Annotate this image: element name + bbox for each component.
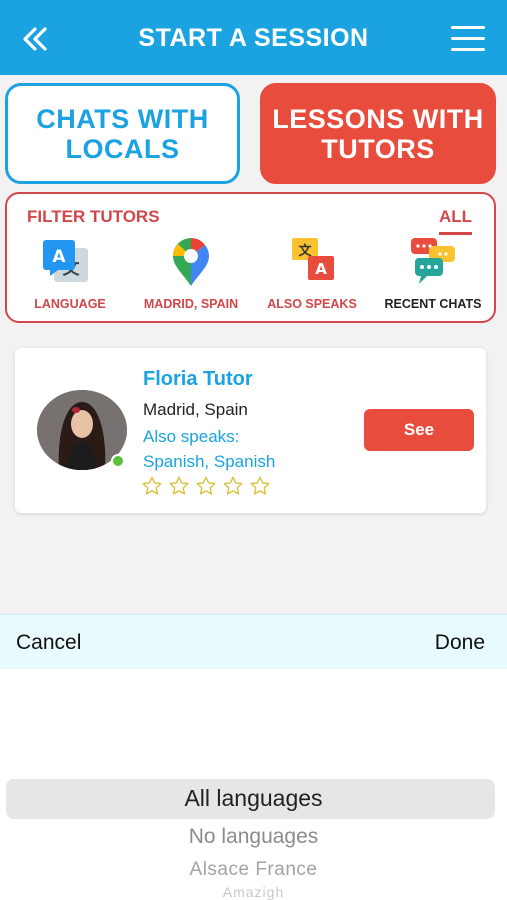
star-icon [169,476,189,495]
done-button[interactable]: Done [435,631,485,655]
tutor-languages: Spanish, Spanish [143,452,276,471]
hamburger-menu-icon[interactable] [451,26,485,52]
chats-with-locals-button[interactable]: CHATS WITH LOCALS [5,83,240,184]
tutor-card: Floria Tutor Madrid, Spain Also speaks: … [15,348,486,513]
tutor-location: Madrid, Spain [143,400,248,419]
filter-location[interactable]: MADRID, SPAIN [136,236,246,311]
online-status-dot [111,454,125,468]
translate-bubbles-icon: 文 A [292,238,334,280]
filter-also-speaks-label: ALSO SPEAKS [267,297,357,311]
chat-bubbles-icon [411,238,455,284]
double-chevron-left-icon[interactable] [18,22,52,56]
see-button[interactable]: See [364,409,474,451]
language-picker[interactable]: All languages No languages Alsace France… [0,669,507,900]
filter-location-label: MADRID, SPAIN [143,297,239,311]
star-icon [142,476,162,495]
filter-panel: FILTER TUTORS ALL 文 A LANGUAGE MADRID, S… [5,192,496,323]
cancel-button[interactable]: Cancel [16,631,81,655]
star-icon [196,476,216,495]
tutor-name[interactable]: Floria Tutor [143,368,253,391]
star-icon [223,476,243,495]
also-speaks-label: Also speaks: [143,427,240,446]
lessons-with-tutors-button[interactable]: LESSONS WITH TUTORS [260,83,496,184]
picker-option[interactable]: Amazigh [0,884,507,900]
map-pin-icon [173,238,209,286]
translate-icon: 文 A [43,240,88,282]
filter-language[interactable]: 文 A LANGUAGE [15,236,125,311]
page-title: START A SESSION [138,24,369,52]
filter-also-speaks[interactable]: 文 A ALSO SPEAKS [257,236,367,311]
rating-stars [141,475,271,497]
picker-option[interactable]: No languages [0,825,507,849]
app-header: START A SESSION [0,0,507,75]
picker-option-selected[interactable]: All languages [0,785,507,812]
svg-text:A: A [315,260,327,278]
filter-recent-chats-label: RECENT CHATS [384,297,482,311]
screen: START A SESSION CHATS WITH LOCALS LESSON… [0,0,507,900]
filter-title: FILTER TUTORS [27,207,160,226]
svg-text:A: A [52,247,66,267]
star-icon [250,476,270,495]
filter-all-link[interactable]: ALL [438,207,472,235]
picker-option[interactable]: Alsace France [0,859,507,881]
filter-recent-chats[interactable]: RECENT CHATS [378,236,488,311]
picker-toolbar: Cancel Done [0,614,507,669]
filter-language-label: LANGUAGE [34,297,106,311]
